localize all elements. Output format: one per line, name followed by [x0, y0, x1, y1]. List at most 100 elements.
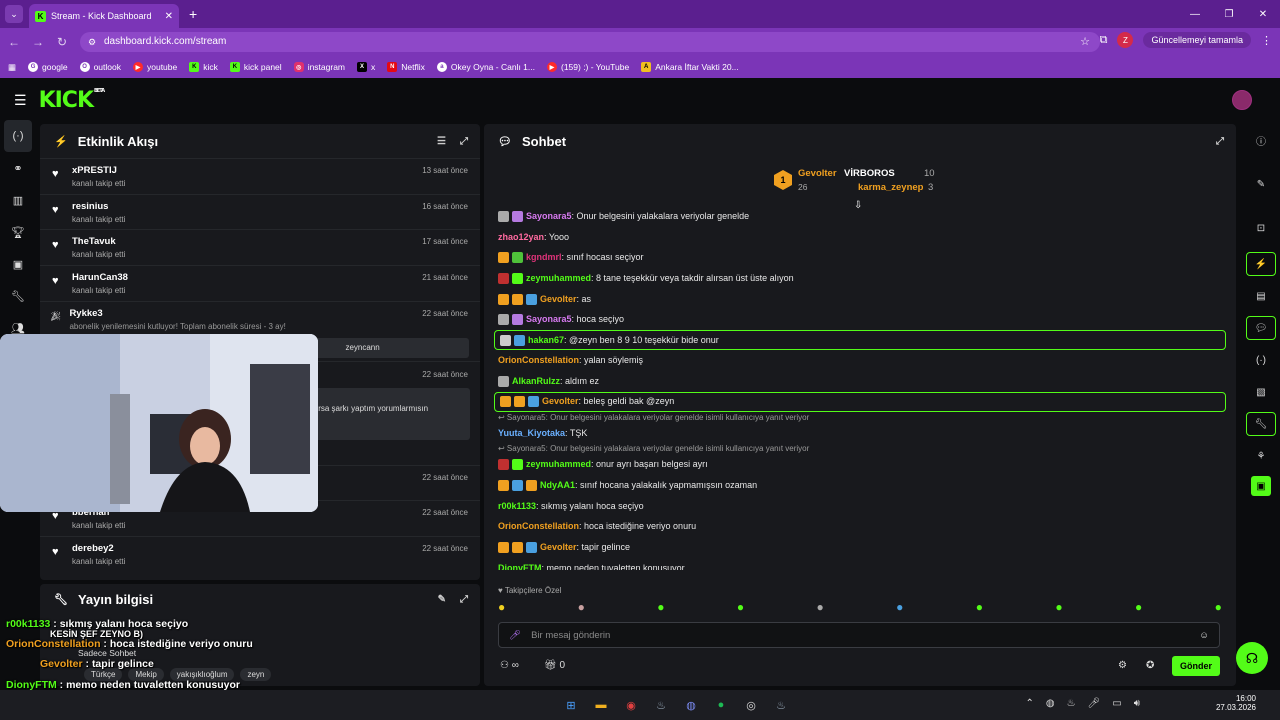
notes-icon[interactable]: ▤	[1246, 284, 1276, 308]
popout-icon[interactable]: ⤢	[460, 136, 468, 147]
stream-nav-icon[interactable]: (·)	[4, 120, 32, 152]
edit-icon[interactable]: ✎	[1246, 172, 1276, 196]
layers-icon[interactable]: ▧	[1246, 380, 1276, 404]
mic-tray-icon[interactable]: 🎤︎	[1088, 698, 1101, 709]
tab-search-icon[interactable]: ⌄	[5, 5, 23, 23]
tray-steam-icon[interactable]: ♨	[1067, 698, 1076, 709]
chat-username[interactable]: NdyAA1	[540, 475, 575, 496]
emote-icon[interactable]: ●	[498, 600, 505, 614]
link-nav-icon[interactable]: ⚭	[0, 152, 36, 184]
tag[interactable]: zeyn	[240, 668, 272, 681]
chat-username[interactable]: Gevolter	[540, 537, 577, 558]
leader-name[interactable]: VİRBOROS	[844, 168, 895, 179]
extensions-icon[interactable]: ⧉	[1100, 34, 1108, 47]
extension-icon[interactable]: ▣	[1251, 476, 1271, 496]
bookmark-star-icon[interactable]: ☆	[1080, 32, 1090, 52]
steam2-icon[interactable]: ♨	[770, 694, 792, 716]
bookmark-item[interactable]: ▶ (159) :) - YouTube	[546, 62, 629, 72]
emote-icon[interactable]: ●	[976, 600, 983, 614]
emote-icon[interactable]: ●	[1055, 600, 1062, 614]
minimize-icon[interactable]: —	[1178, 9, 1212, 20]
chat-username[interactable]: Sayonara5	[526, 309, 572, 330]
chat-username[interactable]: OrionConstellation	[498, 516, 579, 537]
activity-toggle-icon[interactable]: ⚡	[1246, 252, 1276, 276]
tray-up-icon[interactable]: ⌃	[1025, 698, 1033, 709]
leader-name[interactable]: Gevolter	[798, 168, 837, 179]
chat-username[interactable]: Sayonara5	[526, 206, 572, 227]
browser-tab[interactable]: K Stream - Kick Dashboard ✕	[29, 4, 179, 28]
chat-username[interactable]: AlkanRulzz	[512, 371, 560, 392]
volume-icon[interactable]: 🔊︎	[1134, 698, 1140, 709]
channel-points[interactable]: ⚇ ∞	[500, 660, 519, 671]
hamburger-menu-icon[interactable]: ☰	[14, 92, 27, 109]
bookmark-item[interactable]: Ooutlook	[79, 62, 121, 72]
back-icon[interactable]: ←	[2, 35, 26, 49]
tray-app-icon[interactable]: ◍	[1046, 698, 1055, 709]
menu-dots-icon[interactable]: ⋮	[1261, 34, 1272, 47]
emoji-icon[interactable]: ☺	[1199, 630, 1209, 641]
support-fab-icon[interactable]: ☊	[1236, 642, 1268, 674]
bookmark-item[interactable]: Kkick panel	[229, 62, 282, 72]
forward-icon[interactable]: →	[26, 35, 50, 49]
emote-icon[interactable]: ●	[657, 600, 664, 614]
bookmark-item[interactable]: ◎ instagram	[293, 62, 345, 72]
apps-grid-icon[interactable]: ▦	[8, 62, 16, 73]
popout-icon[interactable]: ⤢	[460, 594, 468, 605]
chat-username[interactable]: r00k1133	[498, 496, 536, 517]
user-avatar[interactable]	[1232, 90, 1252, 110]
chat-username[interactable]: DionyFTM	[498, 558, 542, 570]
chrome-icon[interactable]: ◉	[620, 694, 642, 716]
bookmark-item[interactable]: Xx	[357, 62, 375, 72]
rewards-icon[interactable]: ✪	[1146, 660, 1154, 671]
tab-close-icon[interactable]: ✕	[165, 11, 173, 22]
restore-icon[interactable]: ❐	[1212, 9, 1246, 20]
steam-icon[interactable]: ♨	[650, 694, 672, 716]
tools-toggle-icon[interactable]: 🔧︎	[1246, 412, 1276, 436]
emote-icon[interactable]: ●	[1215, 600, 1222, 614]
update-button[interactable]: Güncellemeyi tamamla	[1143, 32, 1251, 48]
reload-icon[interactable]: ↻	[50, 35, 74, 49]
obs-icon[interactable]: ◎	[740, 694, 762, 716]
chat-username[interactable]: zhao12yan	[498, 227, 544, 248]
url-field[interactable]: ⚙ dashboard.kick.com/stream ☆	[80, 32, 1100, 52]
emote-icon[interactable]: ●	[896, 600, 903, 614]
bookmark-item[interactable]: A Ankara İftar Vakti 20...	[641, 62, 739, 72]
emote-icon[interactable]: ●	[578, 600, 585, 614]
discord-icon[interactable]: ◍	[680, 694, 702, 716]
profile-avatar[interactable]: Z	[1117, 32, 1134, 48]
leader-name[interactable]: karma_zeynep	[858, 182, 923, 193]
analytics-nav-icon[interactable]: ▥	[0, 184, 36, 216]
emote-icon[interactable]: ●	[817, 600, 824, 614]
trophy-nav-icon[interactable]: 🏆︎	[0, 216, 36, 248]
emote-icon[interactable]: ●	[737, 600, 744, 614]
emote-icon[interactable]: ●	[1135, 600, 1142, 614]
chat-username[interactable]: zeymuhammed	[526, 454, 591, 475]
chat-username[interactable]: zeymuhammed	[526, 268, 591, 289]
edit-icon[interactable]: ✎	[438, 594, 446, 605]
kick-logo[interactable]: KICKBETA	[39, 88, 106, 113]
start-icon[interactable]: ⊞	[560, 694, 582, 716]
capture-icon[interactable]: ⊡	[1246, 216, 1276, 240]
tools-nav-icon[interactable]: 🔧︎	[0, 280, 36, 312]
send-button[interactable]: Gönder	[1172, 656, 1220, 676]
site-info-icon[interactable]: ⚙	[88, 32, 96, 52]
chat-username[interactable]: hakan67	[528, 330, 564, 351]
share-icon[interactable]: ⚘	[1246, 444, 1276, 468]
gift-counter[interactable]: 🎁︎ 0	[544, 660, 565, 671]
chat-input[interactable]: 🎤︎ Bir mesaj gönderin ☺	[498, 622, 1220, 648]
bookmark-item[interactable]: a Okey Oyna - Canlı 1...	[436, 62, 535, 72]
close-window-icon[interactable]: ✕	[1246, 9, 1280, 20]
chat-username[interactable]: Yuuta_Kiyotaka	[498, 423, 565, 444]
explorer-icon[interactable]: ▬	[590, 694, 612, 716]
chat-username[interactable]: Gevolter	[540, 289, 577, 310]
mic-icon[interactable]: 🎤︎	[509, 630, 521, 641]
popout-icon[interactable]: ⤢	[1216, 136, 1224, 147]
bookmark-item[interactable]: Kkick	[189, 62, 218, 72]
bookmark-item[interactable]: ▶ youtube	[132, 62, 177, 72]
chat-username[interactable]: kgndmrl	[526, 247, 562, 268]
filter-icon[interactable]: ☰	[437, 136, 446, 147]
bookmark-item[interactable]: N Netflix	[387, 62, 425, 72]
broadcast-icon[interactable]: (·)	[1246, 348, 1276, 372]
spotify-icon[interactable]: ●	[710, 694, 732, 716]
stream-preview-video[interactable]	[0, 334, 318, 512]
